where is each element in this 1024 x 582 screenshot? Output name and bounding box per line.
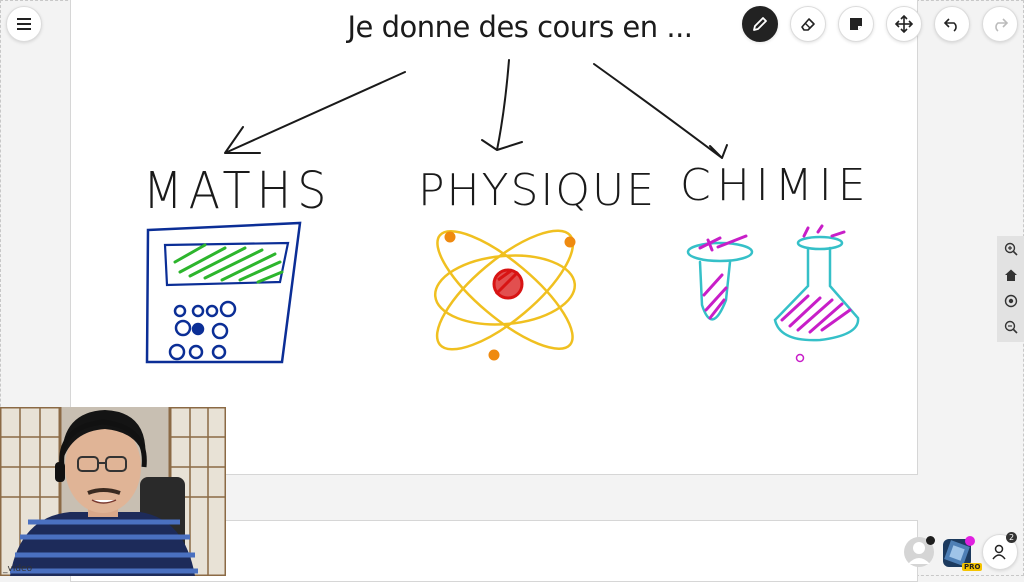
- zoom-out-button[interactable]: [997, 314, 1024, 340]
- subject-label-chimie: CHIMIE: [680, 160, 872, 211]
- zoom-in-button[interactable]: [997, 236, 1024, 262]
- arrow-to-chimie: [593, 63, 728, 159]
- participant-count-badge: 2: [1006, 532, 1017, 543]
- arrow-to-physique: [481, 59, 523, 151]
- subject-label-maths: MATHS: [143, 162, 332, 221]
- home-view-button[interactable]: [997, 262, 1024, 288]
- status-dot-magenta: [965, 536, 975, 546]
- video-label: _video: [3, 564, 33, 574]
- center-view-button[interactable]: [997, 288, 1024, 314]
- home-icon: [1004, 269, 1017, 281]
- flask-bubble: [795, 353, 805, 363]
- flask-liquid: [780, 224, 852, 334]
- arrow-to-maths: [224, 71, 406, 154]
- atom-nucleus: [492, 268, 524, 300]
- calculator-screen-hatching: [173, 243, 284, 284]
- zoom-in-icon: [1004, 242, 1018, 256]
- webcam-feed-image: [0, 407, 226, 576]
- status-dot-dark: [926, 536, 935, 545]
- zoom-out-icon: [1004, 320, 1018, 334]
- center-icon: [1004, 294, 1017, 308]
- calculator-drawing: [145, 221, 302, 364]
- zoom-panel: [997, 236, 1024, 342]
- webcam-video[interactable]: _video: [0, 407, 226, 576]
- test-tube-drawing: [686, 241, 754, 321]
- participants-icon: [992, 544, 1006, 560]
- pro-badge: PRO: [962, 563, 983, 571]
- subject-label-physique: PHYSIQUE: [418, 165, 656, 216]
